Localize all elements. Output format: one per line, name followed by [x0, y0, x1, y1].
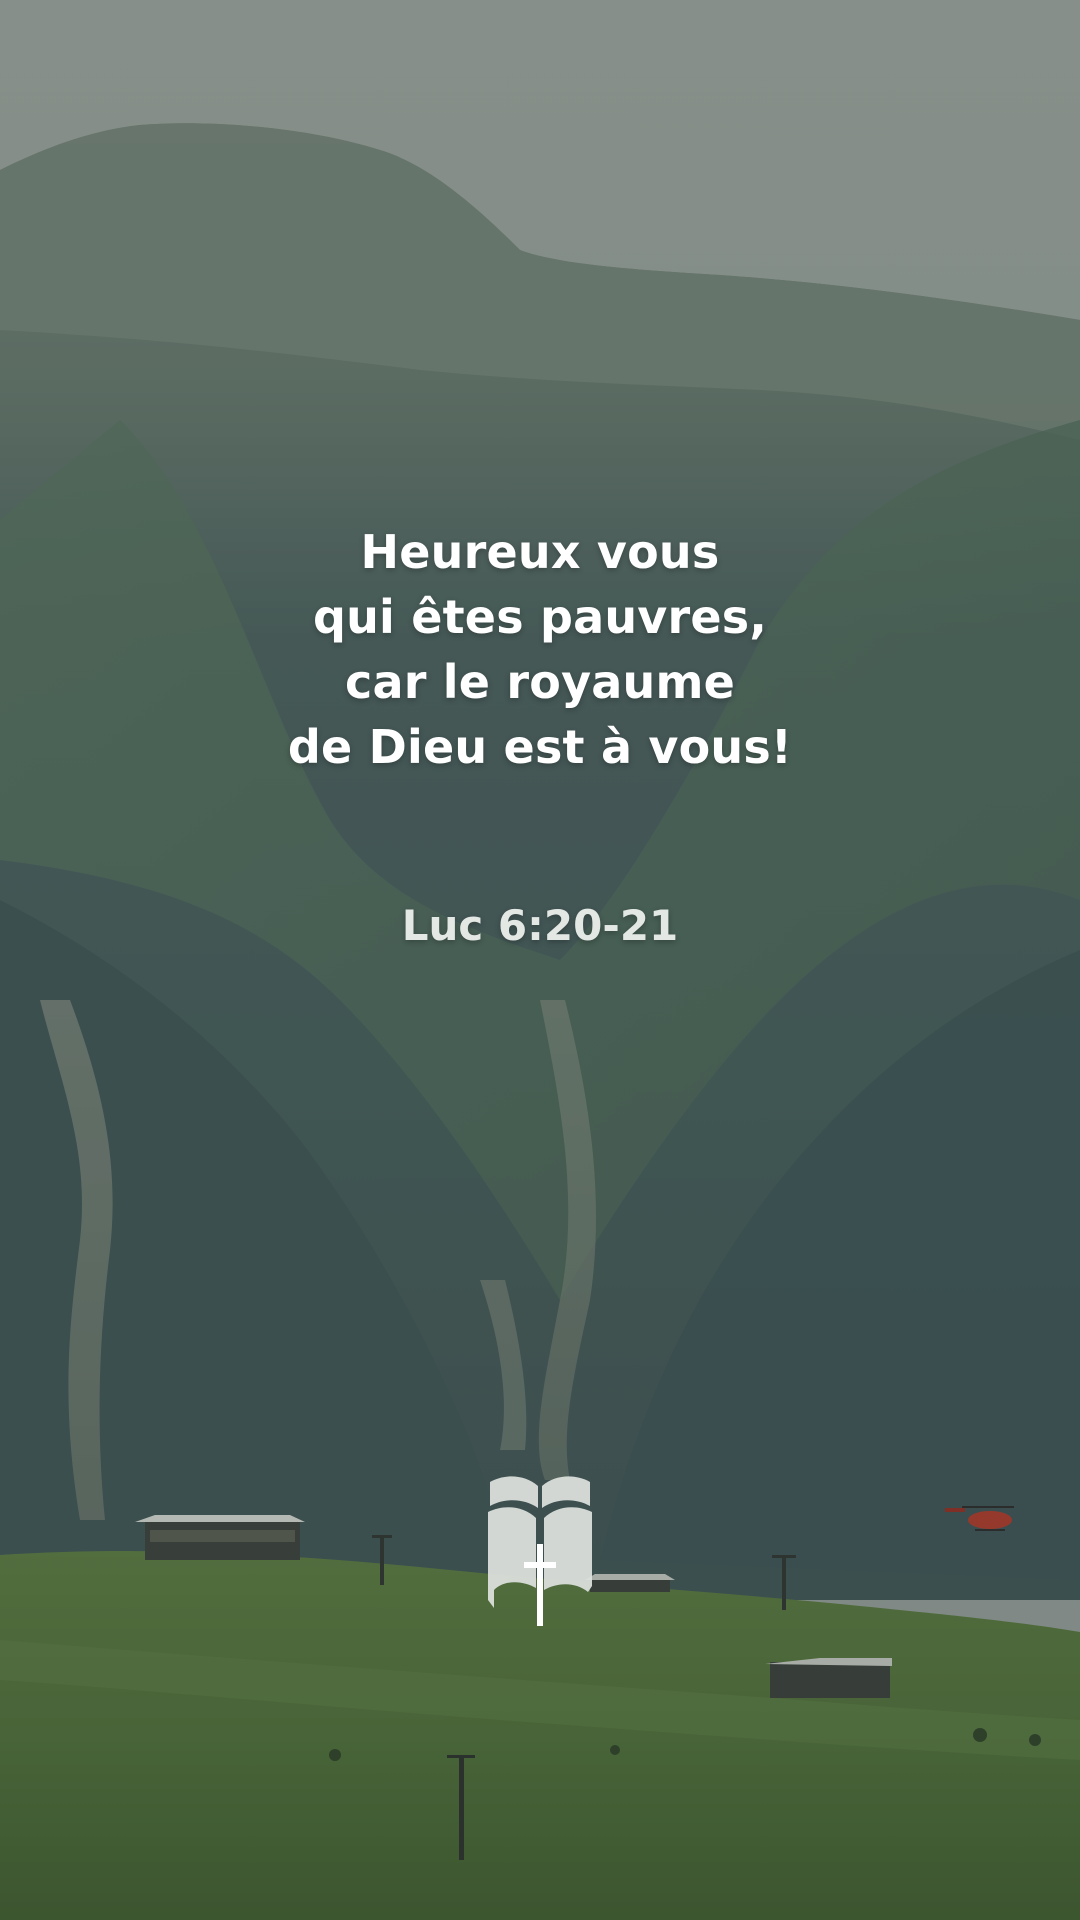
verse-text: Heureux vous qui êtes pauvres, car le ro…: [0, 520, 1080, 780]
verse-reference: Luc 6:20-21: [401, 901, 679, 950]
story-screen: Heureux vous qui êtes pauvres, car le ro…: [0, 0, 1080, 1920]
verse-line-3: car le royaume: [345, 655, 735, 709]
verse-line-4: de Dieu est à vous!: [287, 720, 793, 774]
verse-line-1: Heureux vous: [360, 525, 720, 579]
bible-cross-logo-icon: [488, 1476, 592, 1626]
verse-line-2: qui êtes pauvres,: [312, 590, 768, 644]
mountain-background-image: [0, 0, 1080, 1920]
